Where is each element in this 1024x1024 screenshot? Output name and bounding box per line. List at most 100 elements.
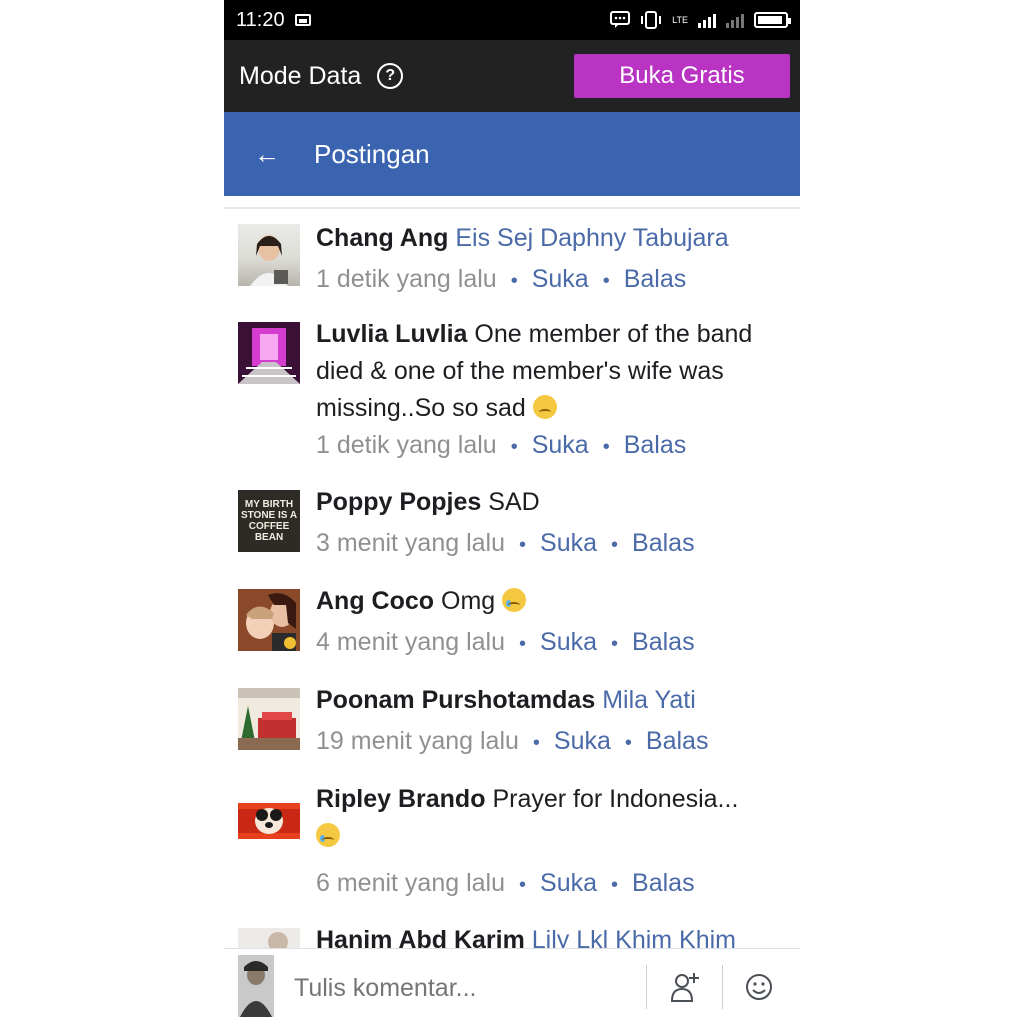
separator: • <box>602 436 610 458</box>
commenter-name[interactable]: Hanim Abd Karim <box>316 926 525 948</box>
commenter-name[interactable]: Poonam Purshotamdas <box>316 686 595 714</box>
my-avatar <box>238 955 274 1017</box>
separator: • <box>611 874 619 896</box>
comment-text: Poppy Popjes SAD <box>316 484 780 521</box>
commenter-name[interactable]: Ripley Brando <box>316 785 485 813</box>
avatar[interactable] <box>238 322 300 384</box>
back-arrow-icon[interactable]: ← <box>254 139 280 170</box>
comment-item: MY BIRTH STONE IS A COFFEE BEAN Poppy Po… <box>224 484 800 576</box>
like-link[interactable]: Suka <box>540 869 597 897</box>
data-mode-label: Mode Data <box>239 61 362 90</box>
tag-friend-icon[interactable] <box>670 971 700 1003</box>
reply-link[interactable]: Balas <box>624 431 687 459</box>
comment-time[interactable]: 1 detik yang lalu <box>316 265 497 293</box>
avatar[interactable] <box>238 688 300 750</box>
comment-message: SAD <box>488 488 540 516</box>
comment-body: Chang Ang Eis Sej Daphny Tabujara 1 deti… <box>316 220 780 300</box>
data-mode[interactable]: Mode Data ? <box>239 61 404 91</box>
separator: • <box>519 633 527 655</box>
comment-time[interactable]: 3 menit yang lalu <box>316 529 505 557</box>
message-icon <box>610 11 631 28</box>
page-title: Postingan <box>314 138 430 169</box>
avatar-photo <box>238 322 300 384</box>
crying-emoji-icon <box>502 588 527 612</box>
separator: • <box>519 874 527 896</box>
my-avatar-photo <box>238 955 274 1017</box>
comment-text: Hanim Abd Karim Lily Lkl Khim Khim <box>316 922 780 948</box>
comment-meta: 1 detik yang lalu • Suka • Balas <box>316 261 780 300</box>
avatar-photo <box>238 589 300 651</box>
reply-link[interactable]: Balas <box>632 529 695 557</box>
like-link[interactable]: Suka <box>540 628 597 656</box>
tagged-user[interactable]: Lily Lkl Khim Khim <box>532 926 736 948</box>
reply-link[interactable]: Balas <box>632 869 695 897</box>
commenter-name[interactable]: Ang Coco <box>316 587 434 615</box>
image-icon <box>294 14 311 26</box>
avatar-photo <box>250 235 288 286</box>
comment-meta: 4 menit yang lalu • Suka • Balas <box>316 624 780 663</box>
commenter-name[interactable]: Poppy Popjes <box>316 488 481 516</box>
commenter-name[interactable]: Luvlia Luvlia <box>316 320 467 348</box>
separator: • <box>611 633 619 655</box>
tagged-user[interactable]: Mila Yati <box>602 686 696 714</box>
data-mode-bar: Mode Data ? Buka Gratis <box>224 40 800 112</box>
avatar-photo <box>238 688 300 750</box>
separator: • <box>532 732 540 754</box>
page-header: ← Postingan <box>224 112 800 196</box>
comment-list[interactable]: Chang Ang Eis Sej Daphny Tabujara 1 deti… <box>224 210 800 948</box>
avatar[interactable]: MY BIRTH STONE IS A COFFEE BEAN <box>238 490 300 552</box>
comment-item: Hanim Abd Karim Lily Lkl Khim Khim <box>224 922 800 948</box>
avatar[interactable] <box>238 224 300 286</box>
separator: • <box>519 534 527 556</box>
comment-time[interactable]: 19 menit yang lalu <box>316 727 519 755</box>
like-link[interactable]: Suka <box>532 265 589 293</box>
avatar-text: MY BIRTH STONE IS A COFFEE BEAN <box>240 499 298 543</box>
comment-input[interactable] <box>292 967 636 1009</box>
phone-screen: 11:20 LTE Mode Data ? Buka Gratis ← Post… <box>224 0 800 1024</box>
divider <box>722 965 723 1009</box>
avatar[interactable] <box>238 928 300 948</box>
comment-message: Omg <box>441 587 496 615</box>
header-divider <box>224 207 800 209</box>
like-link[interactable]: Suka <box>532 431 589 459</box>
comment-time[interactable]: 6 menit yang lalu <box>316 869 505 897</box>
separator: • <box>602 270 610 292</box>
comment-body: Ang Coco Omg 4 menit yang lalu • Suka • Bala… <box>316 583 780 663</box>
comment-message: Prayer for Indonesia... <box>492 785 739 813</box>
reply-link[interactable]: Balas <box>646 727 709 755</box>
comment-composer <box>224 948 800 1024</box>
comment-meta: 6 menit yang lalu • Suka • Balas <box>316 865 780 904</box>
separator: • <box>510 270 518 292</box>
comment-meta: 3 menit yang lalu • Suka • Balas <box>316 525 780 564</box>
help-icon[interactable]: ? <box>377 63 404 89</box>
comment-time[interactable]: 4 menit yang lalu <box>316 628 505 656</box>
clock: 11:20 <box>236 8 285 31</box>
reply-link[interactable]: Balas <box>624 265 687 293</box>
reply-link[interactable]: Balas <box>632 628 695 656</box>
tagged-user[interactable]: Eis Sej Daphny Tabujara <box>455 224 728 252</box>
signal-icon-secondary <box>726 12 744 28</box>
avatar[interactable] <box>238 589 300 651</box>
comment-item: Chang Ang Eis Sej Daphny Tabujara 1 deti… <box>224 220 800 310</box>
like-link[interactable]: Suka <box>554 727 611 755</box>
comment-body: Poonam Purshotamdas Mila Yati 19 menit y… <box>316 682 780 762</box>
divider <box>646 965 647 1009</box>
like-link[interactable]: Suka <box>540 529 597 557</box>
avatar[interactable] <box>238 789 300 851</box>
separator: • <box>510 436 518 458</box>
comment-text: Poonam Purshotamdas Mila Yati <box>316 682 780 719</box>
avatar-photo <box>238 928 300 948</box>
sad-sweat-emoji-icon <box>316 823 340 847</box>
comment-text: Ripley Brando Prayer for Indonesia... <box>316 781 780 818</box>
comment-item: Poonam Purshotamdas Mila Yati 19 menit y… <box>224 682 800 774</box>
separator: • <box>611 534 619 556</box>
comment-text: Chang Ang Eis Sej Daphny Tabujara <box>316 220 780 257</box>
battery-icon <box>754 12 791 28</box>
status-bar: 11:20 LTE <box>224 0 800 40</box>
comment-time[interactable]: 1 detik yang lalu <box>316 431 497 459</box>
free-mode-button[interactable]: Buka Gratis <box>574 54 790 98</box>
commenter-name[interactable]: Chang Ang <box>316 224 448 252</box>
comment-body: Luvlia Luvlia One member of the band die… <box>316 316 780 466</box>
emoji-icon[interactable] <box>744 971 774 1003</box>
comment-meta: 19 menit yang lalu • Suka • Balas <box>316 723 780 762</box>
